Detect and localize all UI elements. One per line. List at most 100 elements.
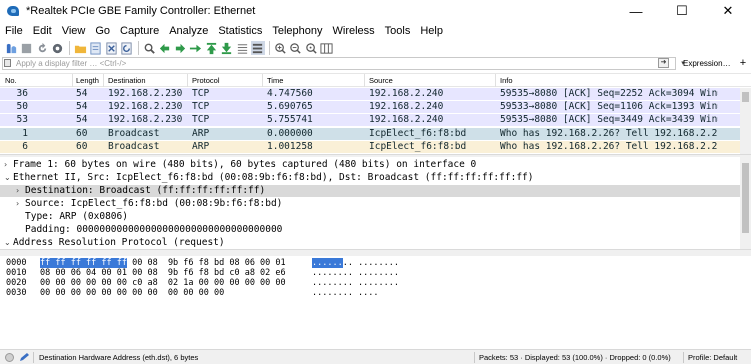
packet-cell-protocol: ARP — [192, 140, 210, 152]
go-back-icon[interactable] — [158, 41, 172, 55]
expanded-arrow-icon[interactable]: ⌄ — [4, 237, 11, 249]
packet-cell-info: 59535→8080 [ACK] Seq=3449 Ack=3439 Win=… — [500, 114, 718, 126]
bytes-ascii-selected[interactable]: ...... — [312, 258, 343, 268]
find-packet-icon[interactable] — [142, 41, 156, 55]
details-tree-item[interactable]: › Source: IcpElect_f6:f8:bd (00:08:9b:f6:… — [0, 198, 740, 210]
bytes-hex[interactable]: 00 00 00 00 00 00 00 00 00 00 00 00 — [40, 288, 224, 298]
packet-row[interactable]: 50 54 192.168.2.230 TCP 5.690765 192.168.2.24… — [0, 101, 740, 114]
bytes-hex-selected[interactable]: ff ff ff ff ff ff — [40, 258, 127, 268]
start-capture-icon[interactable] — [4, 41, 18, 55]
reload-file-icon[interactable] — [120, 41, 134, 55]
restart-capture-icon[interactable] — [35, 41, 49, 55]
add-filter-button[interactable]: + — [737, 57, 749, 70]
bytes-hex-rest[interactable]: 08 00 06 04 00 01 00 08 9b f6 f8 bd c0 a… — [40, 268, 286, 278]
packet-row[interactable]: 6 60 Broadcast ARP 1.001258 IcpElect_f6:f8:bd… — [0, 140, 740, 153]
bytes-hex-rest[interactable]: 00 08 9b f6 f8 bd 08 06 00 01 — [127, 258, 286, 268]
display-filter-input[interactable]: Apply a display filter … <Ctrl-/> — [2, 57, 676, 70]
collapsed-arrow-icon[interactable]: › — [16, 185, 19, 197]
stop-capture-icon[interactable] — [20, 41, 34, 55]
bytes-ascii-rest[interactable]: ........ ........ — [312, 278, 399, 288]
menu-go[interactable]: Go — [95, 25, 110, 37]
bytes-ascii[interactable]: ........ ........ — [312, 278, 399, 288]
details-tree-item[interactable]: › Frame 1: 60 bytes on wire (480 bits), 6… — [0, 159, 740, 171]
menu-statistics[interactable]: Statistics — [218, 25, 262, 37]
zoom-normal-icon[interactable] — [304, 41, 318, 55]
bytes-hex[interactable]: ff ff ff ff ff ff 00 08 9b f6 f8 bd 08 0… — [40, 258, 286, 268]
open-file-icon[interactable] — [73, 41, 87, 55]
details-tree-item[interactable]: ⌄ Ethernet II, Src: IcpElect_f6:f8:bd (00… — [0, 172, 740, 184]
bytes-offset: 0000 — [6, 258, 27, 268]
details-scrollbar[interactable] — [740, 157, 751, 249]
display-filter-bar: Apply a display filter … <Ctrl-/> ➜ ▾ Ex… — [0, 57, 751, 71]
menu-edit[interactable]: Edit — [33, 25, 52, 37]
packet-cell-no: 53 — [16, 114, 28, 126]
column-info[interactable]: Info — [500, 76, 513, 85]
save-file-icon[interactable] — [89, 41, 103, 55]
bytes-hex[interactable]: 00 00 00 00 00 00 c0 a8 02 1a 00 00 00 0… — [40, 278, 286, 288]
details-tree-item[interactable]: ⌄ Address Resolution Protocol (request) — [0, 237, 740, 249]
go-forward-icon[interactable] — [173, 41, 187, 55]
minimize-button[interactable]: — — [613, 0, 659, 22]
bytes-ascii[interactable]: ........ .... — [312, 288, 379, 298]
packet-cell-source: 192.168.2.240 — [369, 114, 444, 126]
auto-scroll-icon[interactable] — [235, 41, 249, 55]
expert-info-icon[interactable] — [5, 353, 14, 362]
details-tree-item[interactable]: Type: ARP (0x0806) — [0, 211, 740, 223]
apply-filter-icon[interactable]: ➜ — [658, 58, 669, 68]
zoom-out-icon[interactable] — [289, 41, 303, 55]
details-tree-item[interactable]: Padding: 0000000000000000000000000000000… — [0, 224, 740, 236]
packet-cell-protocol: TCP — [192, 101, 210, 113]
bytes-ascii-rest[interactable]: ........ .... — [312, 288, 379, 298]
details-tree-item[interactable]: › Destination: Broadcast (ff:ff:ff:ff:ff:… — [0, 185, 740, 197]
maximize-button[interactable]: ☐ — [659, 0, 705, 22]
packet-cell-destination: 192.168.2.230 — [108, 101, 183, 113]
bytes-ascii-rest[interactable]: ........ ........ — [312, 268, 399, 278]
menu-wireless[interactable]: Wireless — [333, 25, 375, 37]
collapsed-arrow-icon[interactable]: › — [4, 159, 7, 171]
packet-list-scrollbar[interactable] — [740, 88, 751, 154]
filter-bookmark-icon[interactable] — [4, 59, 11, 67]
menu-analyze[interactable]: Analyze — [169, 25, 208, 37]
menu-file[interactable]: File — [5, 25, 23, 37]
bytes-ascii[interactable]: ........ ........ — [312, 258, 399, 268]
bytes-ascii[interactable]: ........ ........ — [312, 268, 399, 278]
go-first-icon[interactable] — [204, 41, 218, 55]
menu-view[interactable]: View — [62, 25, 86, 37]
column-destination[interactable]: Destination — [108, 76, 146, 85]
zoom-in-icon[interactable] — [273, 41, 287, 55]
edit-comment-icon[interactable] — [19, 353, 30, 362]
packet-cell-protocol: TCP — [192, 88, 210, 99]
column-protocol[interactable]: Protocol — [192, 76, 220, 85]
bytes-row: 0030 00 00 00 00 00 00 00 00 00 00 00 00.… — [0, 288, 751, 298]
menu-help[interactable]: Help — [420, 25, 443, 37]
close-button[interactable]: ✕ — [705, 0, 751, 22]
bytes-hex-rest[interactable]: 00 00 00 00 00 00 00 00 00 00 00 00 — [40, 288, 224, 298]
go-last-icon[interactable] — [220, 41, 234, 55]
close-file-icon[interactable] — [104, 41, 118, 55]
column-no[interactable]: No. — [5, 76, 17, 85]
menu-telephony[interactable]: Telephony — [272, 25, 322, 37]
column-source[interactable]: Source — [369, 76, 393, 85]
expanded-arrow-icon[interactable]: ⌄ — [4, 172, 11, 184]
expression-button[interactable]: Expression… — [683, 57, 735, 70]
column-time[interactable]: Time — [267, 76, 283, 85]
status-profile[interactable]: Profile: Default — [688, 353, 737, 362]
colorize-icon[interactable] — [250, 41, 265, 55]
capture-options-icon[interactable] — [51, 41, 65, 55]
packet-cell-length: 54 — [76, 88, 88, 99]
menu-capture[interactable]: Capture — [120, 25, 159, 37]
menu-tools[interactable]: Tools — [385, 25, 411, 37]
bytes-hex[interactable]: 08 00 06 04 00 01 00 08 9b f6 f8 bd c0 a… — [40, 268, 286, 278]
packet-cell-source: IcpElect_f6:f8:bd — [369, 140, 467, 152]
go-to-packet-icon[interactable] — [189, 41, 203, 55]
packet-row[interactable]: 53 54 192.168.2.230 TCP 5.755741 192.168.2.24… — [0, 114, 740, 127]
column-length[interactable]: Length — [76, 76, 99, 85]
bytes-ascii-rest[interactable]: .. ........ — [343, 258, 399, 268]
bytes-hex-rest[interactable]: 00 00 00 00 00 00 c0 a8 02 1a 00 00 00 0… — [40, 278, 286, 288]
packet-row[interactable]: 36 54 192.168.2.230 TCP 4.747560 192.168.2.24… — [0, 88, 740, 100]
pane-splitter-bytes[interactable] — [0, 249, 751, 256]
title-bar: *Realtek PCIe GBE Family Controller: Eth… — [0, 0, 751, 22]
packet-row[interactable]: 1 60 Broadcast ARP 0.000000 IcpElect_f6:f8:bd… — [0, 127, 740, 140]
collapsed-arrow-icon[interactable]: › — [16, 198, 19, 210]
resize-columns-icon[interactable] — [320, 41, 334, 55]
